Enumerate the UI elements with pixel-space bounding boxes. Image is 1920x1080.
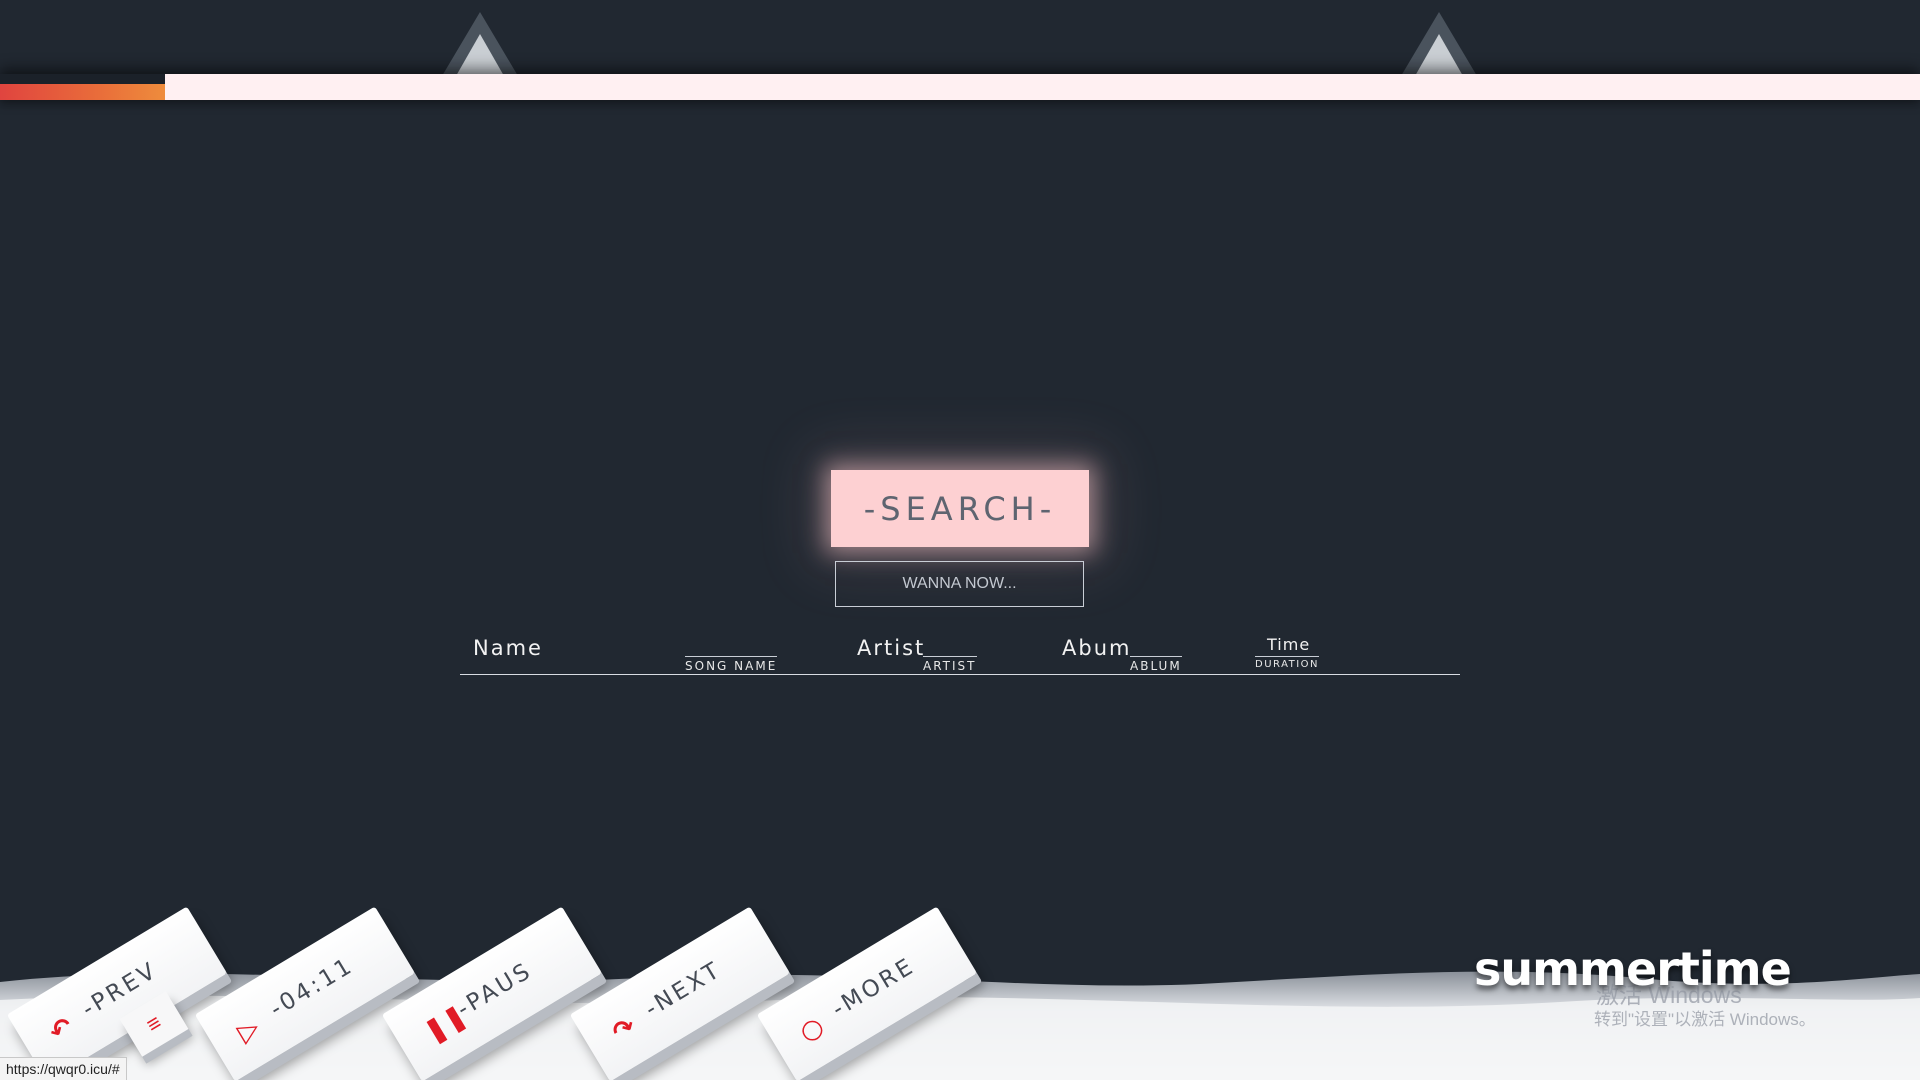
more-label: -MORE <box>827 952 920 1023</box>
column-name-subtitle: SONG NAME <box>685 656 778 673</box>
status-bar-url: https://qwqr0.icu/# <box>0 1057 127 1080</box>
column-artist-title: Artist <box>857 636 926 660</box>
play-icon: ▷ <box>232 1012 265 1049</box>
menu-icon: ≡ <box>141 1009 166 1038</box>
peak-decoration-icon <box>1401 12 1477 76</box>
time-label: -04:11 <box>265 952 359 1023</box>
column-name-title: Name <box>473 636 543 660</box>
column-time-title: Time <box>1267 635 1311 654</box>
peak-decoration-icon <box>442 12 518 76</box>
music-player-page: -SEARCH- Name SONG NAME Artist ARTIST Ab… <box>0 0 1920 1080</box>
song-table-header: Name SONG NAME Artist ARTIST Abum ABLUM … <box>460 632 1460 675</box>
column-artist-subtitle: ARTIST <box>923 656 977 673</box>
column-album-title: Abum <box>1062 636 1132 660</box>
progress-bar-fill <box>0 84 166 100</box>
search-input[interactable] <box>835 561 1084 607</box>
column-time-subtitle: DURATION <box>1255 656 1320 670</box>
search-icon: ○ <box>794 1010 830 1049</box>
progress-bar-shadow <box>0 74 165 84</box>
redo-arrow-icon: ↷ <box>607 1011 642 1049</box>
progress-bar[interactable] <box>0 74 1920 100</box>
pause-label: -PAUS <box>452 957 537 1023</box>
column-album-subtitle: ABLUM <box>1130 656 1182 673</box>
undo-arrow-icon: ↶ <box>44 1011 79 1049</box>
now-playing-title: summertime <box>1474 942 1792 996</box>
next-label: -NEXT <box>640 956 727 1023</box>
top-bar <box>0 0 1920 100</box>
windows-activation-hint: 转到"设置"以激活 Windows。 <box>1594 1010 1816 1029</box>
search-button[interactable]: -SEARCH- <box>831 470 1089 547</box>
